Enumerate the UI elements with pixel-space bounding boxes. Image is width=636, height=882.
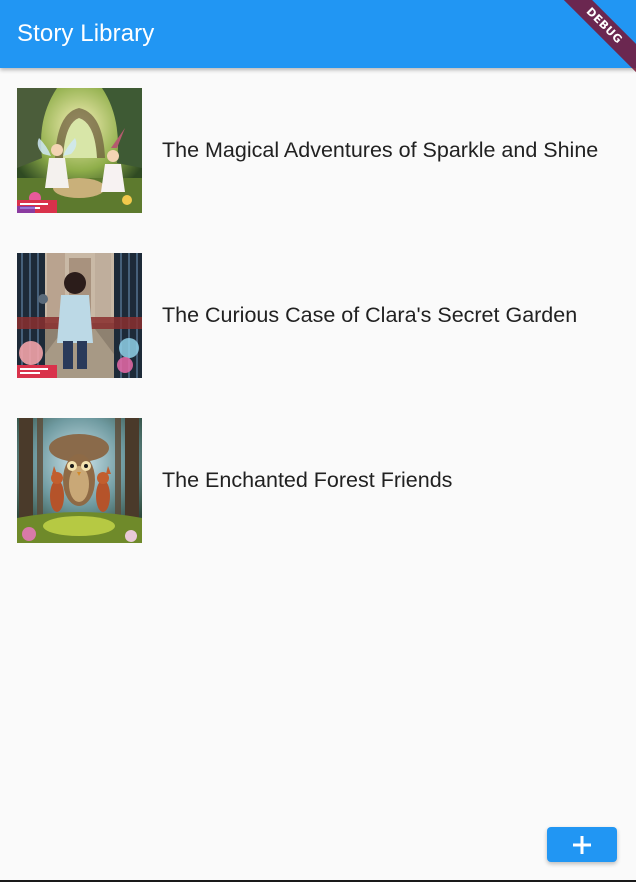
story-cover-image (17, 253, 142, 378)
story-cover-image (17, 88, 142, 213)
story-list: The Magical Adventures of Sparkle and Sh… (0, 68, 636, 563)
story-list-item[interactable]: The Enchanted Forest Friends (0, 398, 636, 563)
add-story-button[interactable] (547, 827, 617, 862)
story-title: The Magical Adventures of Sparkle and Sh… (162, 138, 599, 162)
page-title: Story Library (17, 20, 155, 47)
story-list-item[interactable]: The Curious Case of Clara's Secret Garde… (0, 233, 636, 398)
story-title: The Curious Case of Clara's Secret Garde… (162, 303, 578, 327)
story-cover-image (17, 418, 142, 543)
plus-icon (572, 835, 592, 855)
app-bar: Story Library (0, 0, 636, 68)
story-title: The Enchanted Forest Friends (162, 468, 453, 492)
app-screen: Story Library DEBUG The Magical Adventur… (0, 0, 636, 880)
story-list-item[interactable]: The Magical Adventures of Sparkle and Sh… (0, 68, 636, 233)
